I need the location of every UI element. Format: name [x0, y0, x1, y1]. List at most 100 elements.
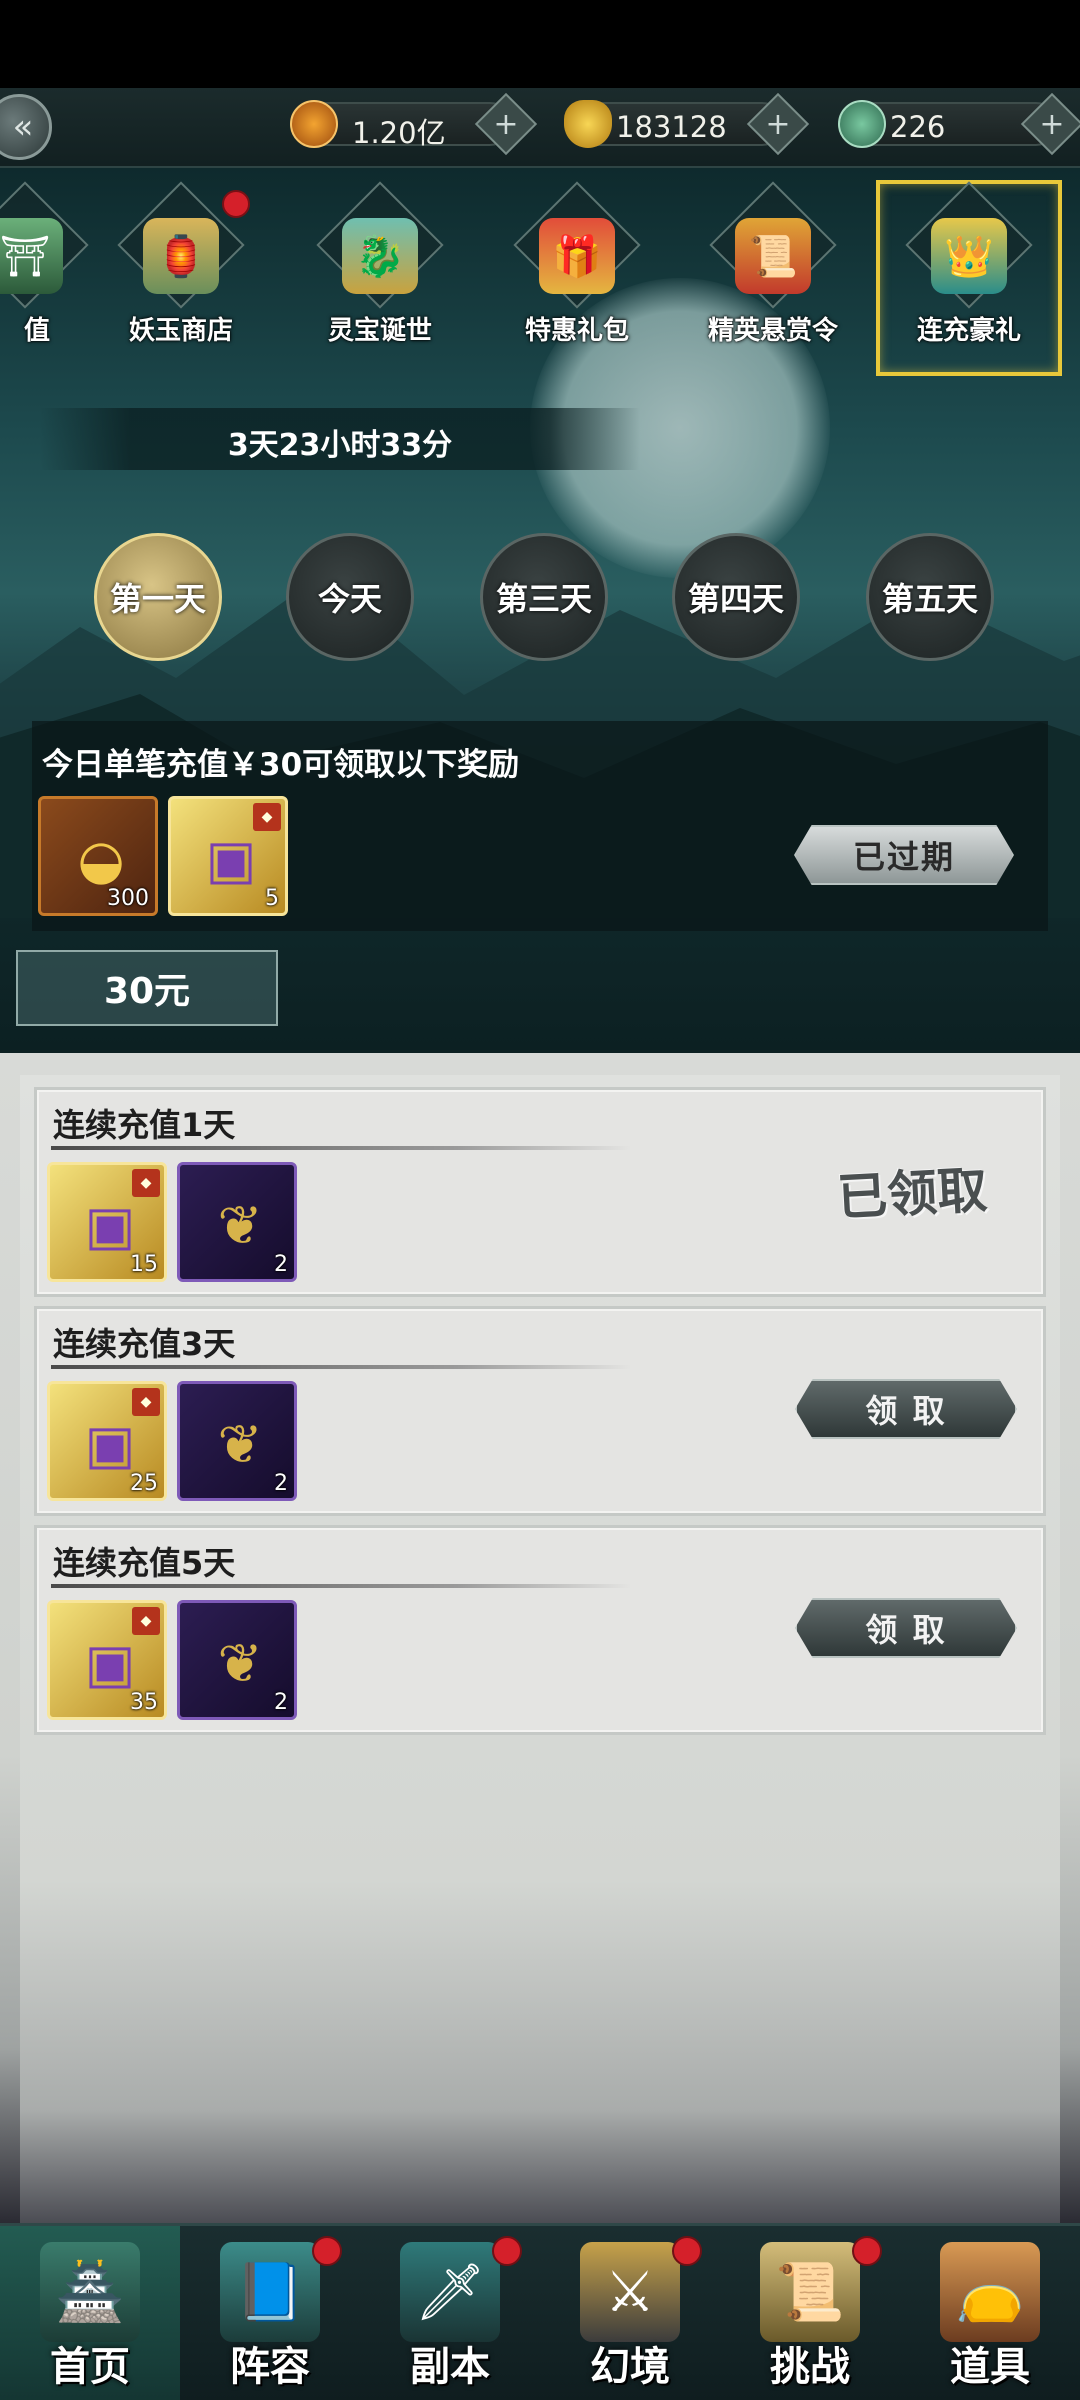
daily-reward-panel: 今日单笔充值￥30可领取以下奖励 ◒ 300 ▣ ◆ 5 已过期	[32, 721, 1048, 931]
reward-item[interactable]: ▣ ◆ 5	[168, 796, 288, 916]
tab-yaoyu-shop[interactable]: 🏮 妖玉商店	[96, 181, 266, 368]
tab-label: 特惠礼包	[524, 316, 629, 346]
notification-dot	[672, 2236, 702, 2266]
currency-bar: « 1.20亿 + 183128 + 226 +	[0, 88, 1080, 168]
currency-gold: 183128 +	[564, 92, 810, 156]
tab-special-gift[interactable]: 🎁 特惠礼包	[492, 181, 662, 368]
streak-card-1: 连续充值1天 ▣ ◆ 15 ❦ 2 已领取	[34, 1087, 1046, 1297]
day-button-4[interactable]: 第四天	[672, 533, 800, 661]
expired-button[interactable]: 已过期	[794, 825, 1014, 885]
day-button-3[interactable]: 第三天	[480, 533, 608, 661]
day-selector: 第一天 今天 第三天 第四天 第五天	[0, 533, 1080, 663]
tab-label: 值	[23, 316, 50, 346]
expired-button-label: 已过期	[852, 838, 955, 876]
tag-icon: ◆	[132, 1607, 160, 1635]
day-button-1[interactable]: 第一天	[94, 533, 222, 661]
reward-item[interactable]: ▣ ◆ 25	[47, 1381, 167, 1501]
daily-reward-title: 今日单笔充值￥30可领取以下奖励	[42, 747, 520, 783]
item-qty: 5	[265, 886, 279, 911]
add-jade-button[interactable]: +	[1020, 92, 1080, 156]
crown-icon: 👑	[931, 218, 1007, 294]
title-underline	[51, 1584, 631, 1588]
notification-dot	[492, 2236, 522, 2266]
sword-icon: 🗡	[400, 2242, 500, 2342]
back-arrow-icon: «	[12, 107, 34, 147]
plus-icon: +	[765, 106, 791, 142]
reward-item[interactable]: ❦ 2	[177, 1600, 297, 1720]
streak-card-3: 连续充值3天 ▣ ◆ 25 ❦ 2 领 取	[34, 1306, 1046, 1516]
tab-recharge-gift[interactable]: 👑 连充豪礼	[876, 180, 1062, 376]
coins-value: 1.20亿	[352, 116, 446, 150]
status-bar	[0, 0, 1080, 88]
claim-button[interactable]: 领 取	[795, 1379, 1017, 1439]
timer-band: 3天23小时33分	[40, 408, 640, 470]
tag-icon: ◆	[132, 1388, 160, 1416]
seahorse-icon: ❦	[217, 1631, 263, 1695]
nav-home[interactable]: 🏯 首页	[0, 2226, 180, 2400]
reward-item[interactable]: ◒ 300	[38, 796, 158, 916]
nav-label: 幻境	[590, 2344, 670, 2390]
home-icon: 🏯	[40, 2242, 140, 2342]
notification-dot	[312, 2236, 342, 2266]
tab-label: 连充豪礼	[916, 316, 1021, 346]
reward-item[interactable]: ❦ 2	[177, 1381, 297, 1501]
tab-lingbao[interactable]: 🐉 灵宝诞世	[295, 181, 465, 368]
reward-item[interactable]: ▣ ◆ 15	[47, 1162, 167, 1282]
nav-challenge[interactable]: 📜 挑战	[720, 2226, 900, 2400]
coin-icon	[290, 100, 338, 148]
price-label: 30元	[103, 971, 191, 1012]
tab-label: 灵宝诞世	[327, 316, 432, 346]
day-button-2[interactable]: 今天	[286, 533, 414, 661]
bottom-nav: 🏯 首页 📘 阵容 🗡 副本 ⚔ 幻境 📜 挑战 👝 道具	[0, 2223, 1080, 2400]
shop-icon: ⛩	[0, 218, 63, 294]
crossed-swords-icon: ⚔	[580, 2242, 680, 2342]
price-button[interactable]: 30元	[16, 950, 278, 1026]
claimed-stamp: 已领取	[835, 1161, 989, 1227]
plus-icon: +	[493, 106, 519, 142]
item-qty: 2	[274, 1690, 288, 1715]
gift-icon: 🎁	[539, 218, 615, 294]
event-banner: ⛩ 值 🏮 妖玉商店 🐉 灵宝诞世 🎁 特惠礼包 📜 精英悬赏令 👑 连充豪礼 …	[0, 168, 1080, 1053]
reward-item[interactable]: ❦ 2	[177, 1162, 297, 1282]
day-button-5[interactable]: 第五天	[866, 533, 994, 661]
tag-icon: ◆	[253, 803, 281, 831]
gold-ingot-icon	[564, 100, 612, 148]
day-label: 今天	[317, 580, 382, 618]
tab-elite-bounty[interactable]: 📜 精英悬赏令	[688, 181, 858, 368]
countdown-timer: 3天23小时33分	[227, 428, 453, 463]
notification-dot	[852, 2236, 882, 2266]
scroll-icon: 📜	[760, 2242, 860, 2342]
nav-label: 挑战	[770, 2344, 850, 2390]
tag-icon: ◆	[132, 1169, 160, 1197]
nav-lineup[interactable]: 📘 阵容	[180, 2226, 360, 2400]
nav-illusion[interactable]: ⚔ 幻境	[540, 2226, 720, 2400]
nav-label: 阵容	[230, 2344, 310, 2390]
day-label: 第五天	[881, 580, 978, 618]
item-qty: 25	[130, 1471, 158, 1496]
streak-card-5: 连续充值5天 ▣ ◆ 35 ❦ 2 领 取	[34, 1525, 1046, 1735]
tab-partial[interactable]: ⛩ 值	[0, 181, 110, 368]
currency-jade: 226 +	[838, 92, 1080, 156]
item-qty: 2	[274, 1471, 288, 1496]
streak-title: 连续充值5天	[53, 1544, 236, 1582]
nav-label: 首页	[50, 2344, 130, 2390]
seahorse-icon: ❦	[217, 1412, 263, 1476]
jade-value: 226	[890, 110, 946, 144]
nav-dungeon[interactable]: 🗡 副本	[360, 2226, 540, 2400]
add-gold-button[interactable]: +	[746, 92, 810, 156]
plus-icon: +	[1039, 106, 1065, 142]
seahorse-icon: ❦	[217, 1193, 263, 1257]
streak-title: 连续充值3天	[53, 1325, 236, 1363]
lineup-icon: 📘	[220, 2242, 320, 2342]
back-button[interactable]: «	[0, 94, 52, 160]
jade-dragon-icon	[838, 100, 886, 148]
title-underline	[51, 1365, 631, 1369]
notification-dot	[222, 190, 250, 218]
add-coins-button[interactable]: +	[474, 92, 538, 156]
nav-items[interactable]: 👝 道具	[900, 2226, 1080, 2400]
reward-item[interactable]: ▣ ◆ 35	[47, 1600, 167, 1720]
tab-label: 精英悬赏令	[707, 316, 838, 346]
event-tabs: ⛩ 值 🏮 妖玉商店 🐉 灵宝诞世 🎁 特惠礼包 📜 精英悬赏令 👑 连充豪礼	[0, 180, 1080, 376]
streak-rewards-list: 连续充值1天 ▣ ◆ 15 ❦ 2 已领取 连续充值3天 ▣ ◆ 25 ❦ 2 …	[20, 1075, 1060, 2225]
claim-button[interactable]: 领 取	[795, 1598, 1017, 1658]
